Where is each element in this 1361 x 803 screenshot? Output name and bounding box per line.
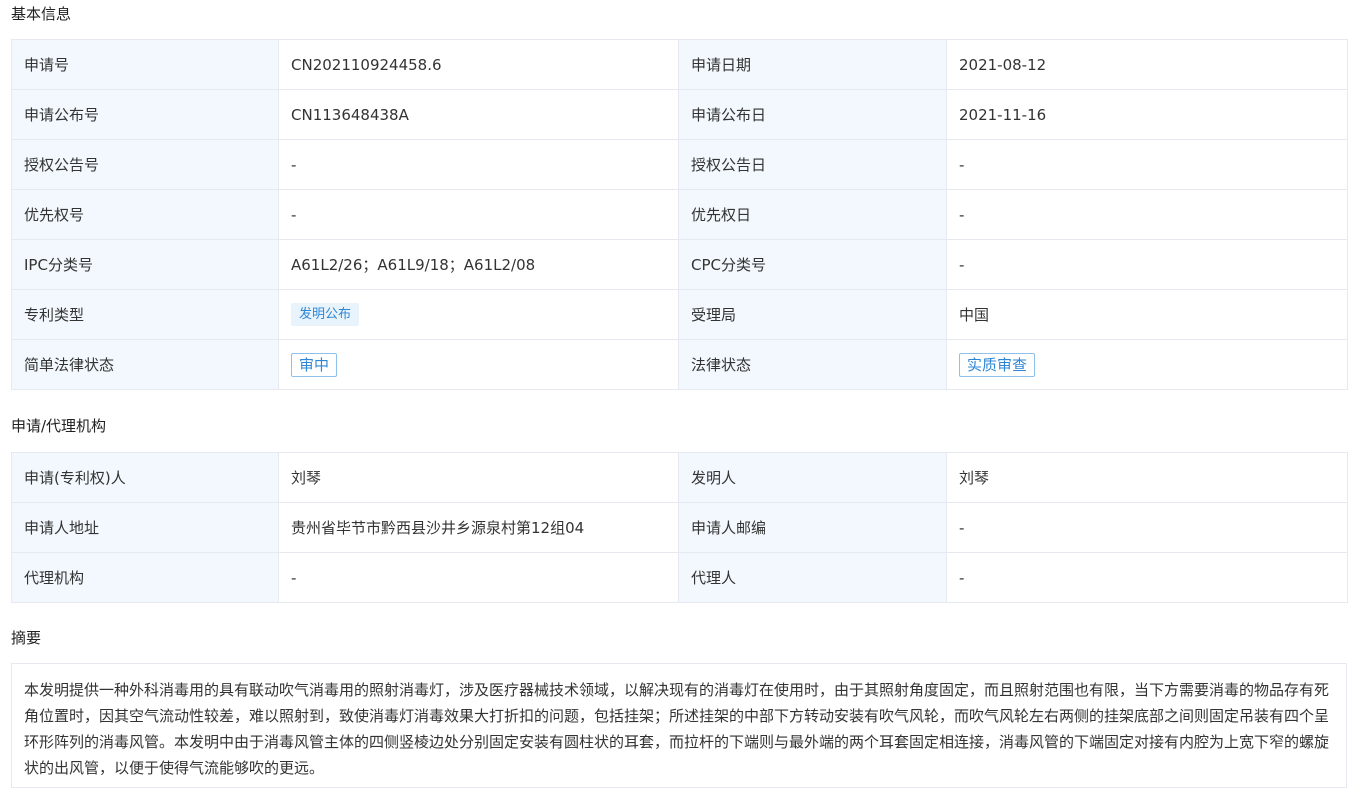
- grant-number-value: -: [278, 139, 679, 190]
- priority-date-value: -: [946, 189, 1348, 240]
- applicant-address-label: 申请人地址: [11, 502, 279, 553]
- legal-status-cell: 实质审查: [946, 339, 1348, 390]
- cpc-label: CPC分类号: [678, 239, 947, 290]
- agency-value: -: [278, 552, 679, 603]
- office-label: 受理局: [678, 289, 947, 340]
- simple-legal-status-cell: 审中: [278, 339, 679, 390]
- legal-status-label: 法律状态: [678, 339, 947, 390]
- agency-label: 代理机构: [11, 552, 279, 603]
- table-row: 申请公布号 CN113648438A 申请公布日 2021-11-16: [11, 89, 1348, 140]
- table-row: 申请(专利权)人 刘琴 发明人 刘琴: [11, 452, 1348, 503]
- application-number-label: 申请号: [11, 39, 279, 90]
- table-row: 授权公告号 - 授权公告日 -: [11, 139, 1348, 190]
- section-title-agency: 申请/代理机构: [11, 417, 107, 435]
- section-title-basic-info: 基本信息: [11, 5, 72, 23]
- grant-number-label: 授权公告号: [11, 139, 279, 190]
- applicant-label: 申请(专利权)人: [11, 452, 279, 503]
- abstract-box: 本发明提供一种外科消毒用的具有联动吹气消毒用的照射消毒灯，涉及医疗器械技术领域，…: [11, 663, 1347, 788]
- grant-date-value: -: [946, 139, 1348, 190]
- agent-label: 代理人: [678, 552, 947, 603]
- applicant-value: 刘琴: [278, 452, 679, 503]
- applicant-postcode-value: -: [946, 502, 1348, 553]
- office-value: 中国: [946, 289, 1348, 340]
- agent-value: -: [946, 552, 1348, 603]
- application-date-label: 申请日期: [678, 39, 947, 90]
- basic-info-table: 申请号 CN202110924458.6 申请日期 2021-08-12 申请公…: [11, 39, 1348, 390]
- ipc-label: IPC分类号: [11, 239, 279, 290]
- priority-date-label: 优先权日: [678, 189, 947, 240]
- simple-legal-status-label: 简单法律状态: [11, 339, 279, 390]
- section-title-abstract: 摘要: [11, 629, 42, 647]
- table-row: 代理机构 - 代理人 -: [11, 552, 1348, 603]
- patent-type-label: 专利类型: [11, 289, 279, 340]
- table-row: 优先权号 - 优先权日 -: [11, 189, 1348, 240]
- legal-status-badge: 实质审查: [959, 352, 1036, 377]
- table-row: IPC分类号 A61L2/26；A61L9/18；A61L2/08 CPC分类号…: [11, 239, 1348, 290]
- priority-number-value: -: [278, 189, 679, 240]
- abstract-text: 本发明提供一种外科消毒用的具有联动吹气消毒用的照射消毒灯，涉及医疗器械技术领域，…: [24, 681, 1330, 777]
- table-row: 专利类型 发明公布 受理局 中国: [11, 289, 1348, 340]
- table-row: 申请号 CN202110924458.6 申请日期 2021-08-12: [11, 39, 1348, 90]
- patent-type-cell: 发明公布: [278, 289, 679, 340]
- application-date-value: 2021-08-12: [946, 39, 1348, 90]
- publication-date-label: 申请公布日: [678, 89, 947, 140]
- inventor-label: 发明人: [678, 452, 947, 503]
- table-row: 申请人地址 贵州省毕节市黔西县沙井乡源泉村第12组04 申请人邮编 -: [11, 502, 1348, 553]
- application-number-value: CN202110924458.6: [278, 39, 679, 90]
- ipc-value: A61L2/26；A61L9/18；A61L2/08: [278, 239, 679, 290]
- agency-table: 申请(专利权)人 刘琴 发明人 刘琴 申请人地址 贵州省毕节市黔西县沙井乡源泉村…: [11, 452, 1348, 603]
- publication-number-value: CN113648438A: [278, 89, 679, 140]
- patent-type-badge: 发明公布: [291, 303, 360, 326]
- grant-date-label: 授权公告日: [678, 139, 947, 190]
- cpc-value: -: [946, 239, 1348, 290]
- table-row: 简单法律状态 审中 法律状态 实质审查: [11, 339, 1348, 390]
- applicant-postcode-label: 申请人邮编: [678, 502, 947, 553]
- publication-number-label: 申请公布号: [11, 89, 279, 140]
- simple-legal-status-badge: 审中: [291, 352, 338, 377]
- applicant-address-value: 贵州省毕节市黔西县沙井乡源泉村第12组04: [278, 502, 679, 553]
- publication-date-value: 2021-11-16: [946, 89, 1348, 140]
- priority-number-label: 优先权号: [11, 189, 279, 240]
- inventor-value: 刘琴: [946, 452, 1348, 503]
